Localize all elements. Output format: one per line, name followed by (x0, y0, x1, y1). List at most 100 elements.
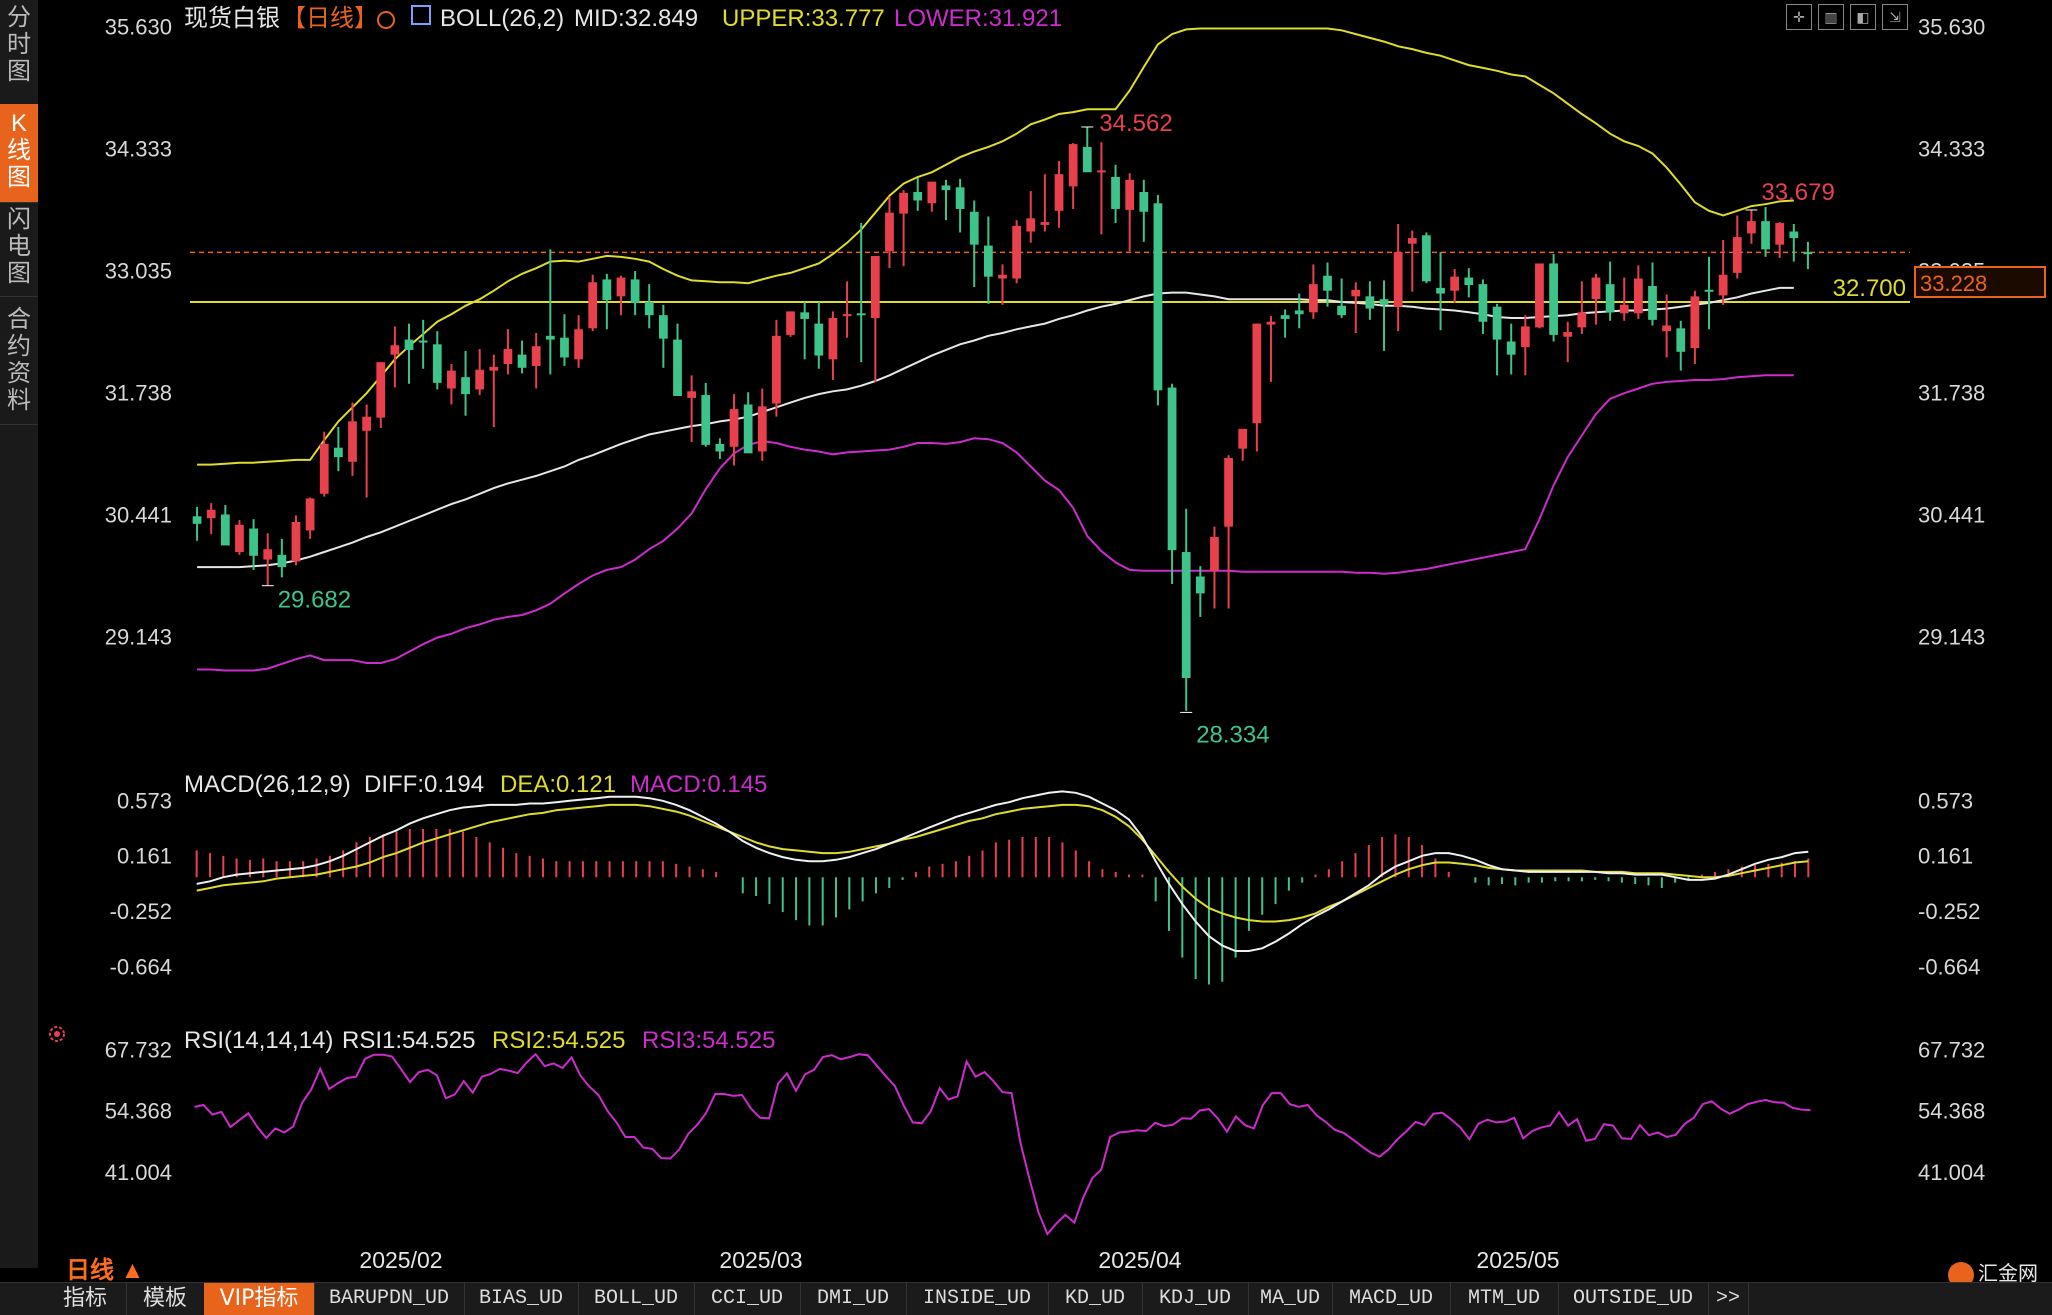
candle-body (1662, 325, 1672, 332)
candle-body (1054, 174, 1064, 211)
macd-diff-value: DIFF:0.194 (364, 771, 484, 798)
indicator-tab[interactable]: BARUPDN_UD (314, 1283, 465, 1315)
candle-body (1732, 237, 1742, 273)
macd-tick-left: 0.161 (117, 844, 172, 869)
candle-body (447, 370, 456, 389)
macd-tick-right: -0.252 (1918, 899, 1980, 924)
indicator-tab[interactable]: KDJ_UD (1142, 1283, 1249, 1315)
step-left-icon[interactable]: ◧ (1850, 4, 1876, 30)
candle-body (687, 391, 697, 398)
candle-body (1167, 387, 1177, 551)
candle-body (1294, 310, 1304, 315)
candle-body (545, 335, 555, 340)
indicator-tab[interactable]: CCI_UD (694, 1283, 801, 1315)
candle-body (1224, 458, 1233, 527)
candle-body (927, 181, 937, 204)
period-tag: 【日线】 (282, 5, 378, 32)
candle-body (305, 498, 315, 531)
candle-body (1125, 179, 1135, 210)
indicator-tab[interactable]: MTM_UD (1450, 1283, 1559, 1315)
candle-body (701, 395, 711, 445)
candle-body (390, 345, 400, 355)
indicator-tab[interactable]: BIAS_UD (464, 1283, 579, 1315)
candle-body (1619, 304, 1629, 314)
rsi-line (194, 1052, 1811, 1236)
rsi-tick-right: 41.004 (1918, 1160, 1985, 1185)
candle-body (362, 416, 372, 431)
boll-upper-value: UPPER:33.777 (722, 5, 885, 32)
y-axis-tick-right: 30.441 (1918, 502, 1985, 527)
candle-body (1605, 284, 1615, 313)
candle-body (1139, 192, 1149, 212)
candle-body (673, 339, 682, 396)
candle-body (1068, 144, 1078, 187)
candle-body (192, 516, 202, 524)
candle-body (1153, 203, 1163, 391)
candle-body (1097, 170, 1106, 173)
indicator-tab[interactable]: >> (1708, 1283, 1749, 1315)
expand-icon[interactable]: ⇲ (1882, 4, 1908, 30)
indicator-tab[interactable]: MACD_UD (1332, 1283, 1451, 1315)
candle-body (1393, 252, 1403, 307)
candle-body (1789, 231, 1799, 239)
x-axis-tick: 2025/02 (359, 1247, 442, 1273)
candle-body (955, 187, 965, 209)
period-label[interactable]: 日线 ▲ (66, 1250, 144, 1285)
candle-body (743, 404, 753, 454)
horizontal-level-label: 32.700 (1833, 275, 1906, 302)
candle-body (220, 514, 230, 546)
macd-tick-left: 0.573 (117, 788, 172, 813)
y-axis-tick-right: 29.143 (1918, 624, 1985, 649)
indicator-tab-bar: 指标 模板 VIP指标 BARUPDN_UD BIAS_UD BOLL_UD CCI_UD D… (0, 1282, 2052, 1315)
x-axis-tick: 2025/05 (1476, 1247, 1559, 1273)
candle-body (206, 509, 216, 519)
candle-body (1506, 341, 1516, 355)
indicator-tab[interactable]: DMI_UD (800, 1283, 907, 1315)
candle-body (1308, 284, 1318, 313)
candle-body (941, 185, 951, 191)
chart-canvas[interactable]: 35.63035.63034.33334.33333.03533.03531.7… (0, 0, 2052, 1282)
candle-body (1577, 312, 1587, 328)
candle-body (1563, 332, 1573, 337)
boll-lower-line (197, 374, 1794, 672)
indicator-tab[interactable]: OUTSIDE_UD (1558, 1283, 1709, 1315)
candle-body (1379, 299, 1389, 305)
indicator-tab[interactable]: MA_UD (1248, 1283, 1333, 1315)
indicator-tab[interactable]: 指标 (44, 1283, 127, 1315)
indicator-icon (411, 5, 431, 25)
rsi-tick-left: 54.368 (105, 1099, 172, 1124)
candle-body (235, 524, 244, 553)
crosshair-icon[interactable]: ✛ (1786, 4, 1812, 30)
low-annotation: 28.334 (1196, 721, 1269, 748)
indicator-tab[interactable]: 模板 (126, 1283, 205, 1315)
candle-body (644, 302, 654, 316)
boll-label: BOLL(26,2) (440, 5, 564, 32)
candle-body (1266, 321, 1276, 325)
candle-body (800, 312, 810, 319)
rsi-tick-left: 67.732 (105, 1038, 172, 1063)
candle-body (828, 317, 838, 360)
candle-body (1718, 274, 1728, 296)
indicator-tab[interactable]: INSIDE_UD (906, 1283, 1049, 1315)
candle-body (1478, 284, 1488, 322)
candle-body (715, 443, 725, 452)
candle-body (842, 314, 852, 317)
boll-upper-line (197, 27, 1794, 466)
candle-body (1464, 277, 1474, 286)
indicator-tab[interactable]: VIP指标 (204, 1283, 315, 1315)
candle-body (1492, 306, 1502, 340)
candle-body (1210, 537, 1219, 571)
candle-body (531, 346, 541, 366)
candle-body (319, 443, 329, 494)
bars-icon[interactable]: ▥ (1818, 4, 1844, 30)
indicator-tab[interactable]: KD_UD (1048, 1283, 1143, 1315)
candle-body (1337, 305, 1347, 316)
candle-body (1195, 576, 1205, 594)
y-axis-tick-left: 29.143 (105, 624, 172, 649)
candle-body (1365, 296, 1375, 309)
indicator-tab[interactable]: BOLL_UD (578, 1283, 695, 1315)
candle-body (1704, 289, 1714, 292)
candle-body (983, 245, 993, 277)
candle-body (1422, 235, 1431, 282)
candle-body (602, 279, 612, 301)
